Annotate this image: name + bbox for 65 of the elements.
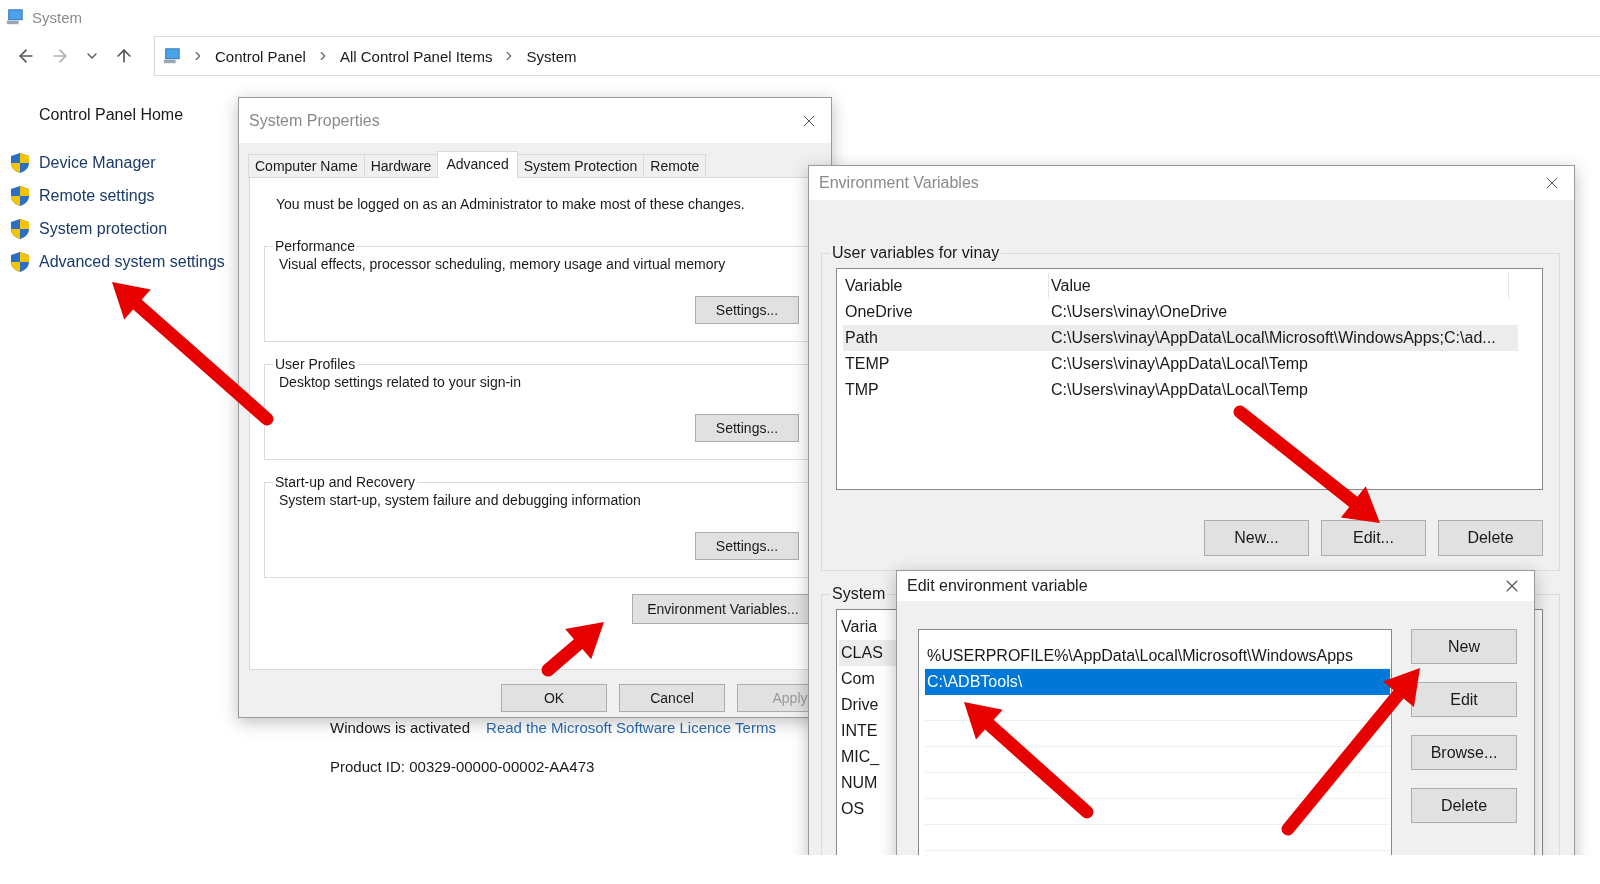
table-cell-text: OneDrive <box>844 303 914 321</box>
activation-status: Windows is activated <box>330 719 471 736</box>
table-cell-text: TEMP <box>844 355 891 373</box>
breadcrumb-item[interactable]: Control Panel <box>215 47 306 65</box>
sidebar-link[interactable]: Device Manager <box>39 153 156 172</box>
shield-icon <box>10 184 30 207</box>
group-description: Desktop settings related to your sign-in <box>279 374 522 390</box>
shield-icon <box>10 250 30 273</box>
license-link[interactable]: Read the Microsoft Software Licence Terms <box>486 719 776 736</box>
notice-text: You must be logged on as an Administrator to make most of these changes. <box>276 196 746 212</box>
variable-row[interactable]: TEMP C:\Users\vinay\AppData\Local\Temp <box>843 351 1518 377</box>
dialog-button[interactable]: OK <box>501 684 607 712</box>
column-header[interactable]: Value <box>1049 273 1509 299</box>
dialog-button[interactable]: Cancel <box>619 684 725 712</box>
breadcrumb-item[interactable]: System <box>526 47 577 65</box>
group-title: System <box>831 585 887 603</box>
table-cell-text: INTE <box>840 722 878 740</box>
table-cell-text: C:\Users\vinay\AppData\Local\Microsoft\WindowsApps;C:\ad... <box>1050 329 1496 347</box>
window-title: System <box>32 8 82 26</box>
variable-row[interactable]: Path C:\Users\vinay\AppData\Local\Microsoft\WindowsApps;C:\ad... <box>843 325 1518 351</box>
table-cell-text: TMP <box>844 381 880 399</box>
settings-button[interactable]: Settings... <box>695 296 799 324</box>
settings-button[interactable]: Settings... <box>695 414 799 442</box>
dialog-button[interactable]: Edit... <box>1321 520 1426 556</box>
tab[interactable]: Computer Name <box>248 154 365 178</box>
table-cell-text: NUM <box>840 774 878 792</box>
group-title: Start-up and Recovery <box>274 474 417 490</box>
dialog-title: Environment Variables <box>819 174 979 192</box>
address-bar[interactable]: Control Panel All Control Panel Items System <box>154 36 1600 76</box>
shield-icon <box>10 151 30 174</box>
column-header[interactable]: Varia <box>839 618 878 636</box>
table-cell-text: CLAS <box>840 644 883 662</box>
computer-icon <box>163 47 181 65</box>
group-description: System start-up, system failure and debugging information <box>279 492 642 508</box>
group-description: Visual effects, processor scheduling, memory usage and virtual memory <box>279 256 727 272</box>
sidebar-link[interactable]: System protection <box>39 219 168 238</box>
table-cell-text: Path <box>844 329 879 347</box>
group-title: User Profiles <box>274 356 357 372</box>
arrow-annotation <box>541 622 604 677</box>
computer-icon <box>6 8 24 26</box>
dialog-button[interactable]: Delete <box>1411 788 1517 823</box>
sidebar-link[interactable]: Remote settings <box>39 186 155 205</box>
dialog-button[interactable]: New <box>1411 629 1517 664</box>
dialog-button[interactable]: Delete <box>1438 520 1543 556</box>
path-entry[interactable]: C:\ADBTools\ <box>925 669 1390 695</box>
settings-button[interactable]: Settings... <box>695 532 799 560</box>
tab[interactable]: Advanced <box>437 151 518 178</box>
sidebar-link[interactable]: Advanced system settings <box>39 252 225 271</box>
table-cell-text: C:\Users\vinay\OneDrive <box>1050 303 1228 321</box>
variable-row[interactable]: OneDrive C:\Users\vinay\OneDrive <box>843 299 1518 325</box>
dialog-button[interactable]: Browse... <box>1411 735 1517 770</box>
group-title: Performance <box>274 238 357 254</box>
variable-row[interactable]: TMP C:\Users\vinay\AppData\Local\Temp <box>843 377 1518 403</box>
dialog-button[interactable]: New... <box>1204 520 1309 556</box>
dialog-title: System Properties <box>249 111 380 130</box>
group-title: User variables for vinay <box>831 244 1001 262</box>
product-id: Product ID: 00329-00000-00002-AA473 <box>330 758 596 775</box>
table-cell-text: C:\Users\vinay\AppData\Local\Temp <box>1050 355 1308 373</box>
dialog-title: Edit environment variable <box>907 577 1088 595</box>
column-header[interactable]: Variable <box>843 273 1049 299</box>
shield-icon <box>10 217 30 240</box>
breadcrumb-item[interactable]: All Control Panel Items <box>339 47 493 65</box>
table-cell-text: C:\Users\vinay\AppData\Local\Temp <box>1050 381 1308 399</box>
tab[interactable]: Remote <box>643 154 707 178</box>
dialog-button[interactable]: Edit <box>1411 682 1517 717</box>
